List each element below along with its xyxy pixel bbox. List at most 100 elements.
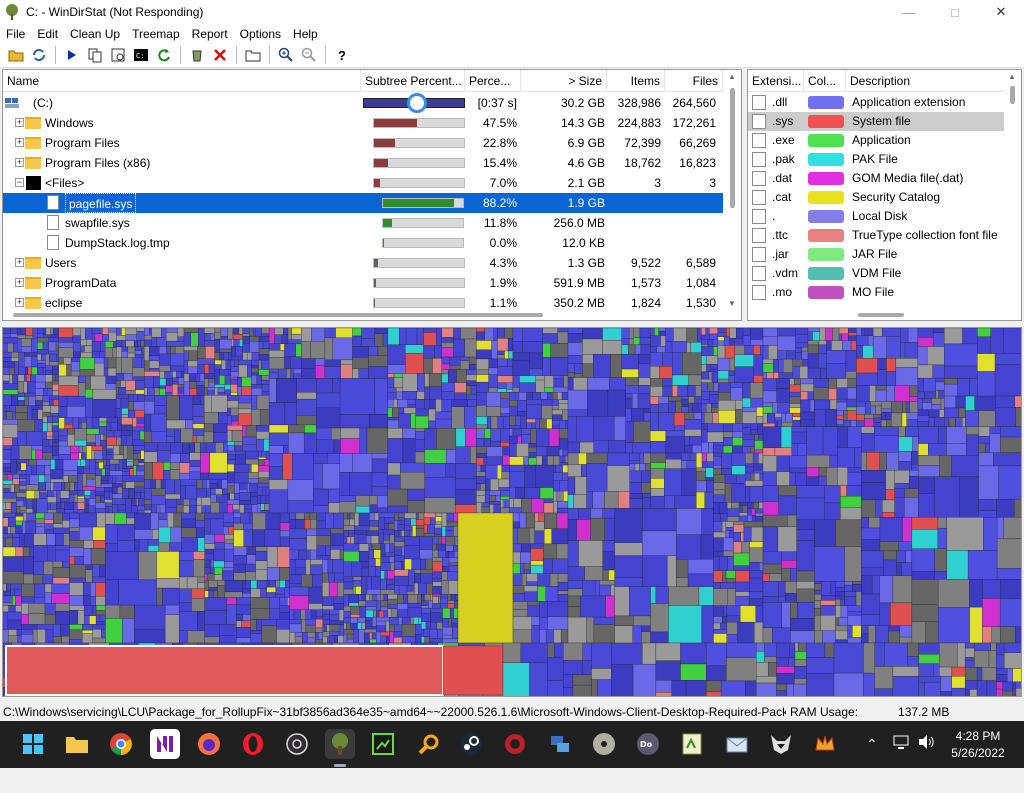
treemap-block[interactable] (497, 350, 505, 355)
treemap-block[interactable] (649, 346, 657, 353)
treemap-block[interactable] (12, 537, 20, 548)
treemap-block[interactable] (198, 328, 205, 347)
treemap-block[interactable] (559, 420, 566, 429)
treemap-block[interactable] (99, 564, 106, 578)
treemap-block[interactable] (639, 337, 651, 346)
treemap-block[interactable] (747, 508, 752, 516)
greenshot-icon[interactable] (368, 729, 398, 759)
treemap-block[interactable] (108, 331, 117, 342)
treemap-block[interactable] (1012, 668, 1022, 683)
treemap-block[interactable] (245, 458, 259, 465)
treemap-block[interactable] (48, 439, 53, 447)
treemap-block[interactable] (430, 607, 443, 614)
treemap-block[interactable] (665, 341, 673, 353)
treemap-block[interactable] (44, 512, 54, 520)
treemap-block[interactable] (233, 555, 248, 565)
treemap-block[interactable] (147, 539, 159, 546)
treemap-block[interactable] (710, 369, 719, 372)
treemap-block[interactable] (421, 621, 427, 630)
treemap-block[interactable] (521, 573, 527, 586)
treemap-block[interactable] (250, 619, 257, 631)
menu-treemap[interactable]: Treemap (126, 27, 186, 41)
treemap-block[interactable] (977, 336, 991, 354)
treemap-block[interactable] (72, 342, 81, 353)
treemap-block[interactable] (287, 479, 314, 501)
treemap-block[interactable] (486, 392, 501, 407)
treemap-block[interactable] (117, 486, 123, 494)
treemap-block[interactable] (330, 533, 344, 546)
treemap-block[interactable] (681, 404, 689, 407)
treemap-block[interactable] (105, 524, 118, 544)
treemap-block[interactable] (655, 692, 672, 697)
treemap-block[interactable] (3, 583, 7, 592)
treemap-block[interactable] (45, 381, 53, 389)
treemap-block[interactable] (208, 590, 214, 598)
treemap-block[interactable] (50, 469, 64, 480)
treemap-block[interactable] (629, 493, 644, 499)
treemap-block[interactable] (917, 409, 930, 416)
treemap-block[interactable] (917, 415, 930, 422)
treemap-block[interactable] (3, 361, 15, 368)
treemap-block[interactable] (250, 608, 270, 620)
treemap-block[interactable] (537, 573, 551, 587)
treemap-block[interactable] (638, 353, 651, 364)
treemap-block[interactable] (116, 340, 123, 348)
treemap-block[interactable] (497, 382, 507, 389)
treemap-block[interactable] (178, 560, 194, 578)
treemap-block[interactable] (717, 340, 725, 346)
treemap-block[interactable] (380, 594, 384, 601)
treemap-block[interactable] (709, 328, 719, 335)
treemap-block[interactable] (729, 338, 735, 346)
treemap-block[interactable] (801, 346, 809, 352)
treemap-block[interactable] (795, 352, 803, 360)
treemap-block[interactable] (423, 524, 428, 534)
treemap-block[interactable] (262, 341, 270, 349)
treemap-block[interactable] (217, 580, 226, 586)
treemap-block[interactable] (24, 533, 34, 548)
treemap-block[interactable] (415, 428, 425, 432)
treemap-block[interactable] (48, 350, 59, 355)
extension-row[interactable]: .sys System file (748, 112, 1006, 131)
treemap-block[interactable] (421, 600, 429, 606)
treemap-block[interactable] (493, 328, 498, 341)
treemap-block[interactable] (343, 629, 354, 635)
treemap-block[interactable] (448, 562, 459, 566)
game-app-icon[interactable] (500, 729, 530, 759)
treemap-block[interactable] (256, 375, 263, 385)
treemap-block[interactable] (108, 506, 113, 514)
treemap-block[interactable] (158, 526, 171, 544)
treemap-block[interactable] (840, 605, 849, 618)
treemap-block[interactable] (578, 508, 591, 520)
treemap-block[interactable] (16, 470, 27, 475)
treemap-block[interactable] (429, 399, 436, 410)
treemap-block[interactable] (165, 479, 175, 495)
treemap-block[interactable] (122, 468, 130, 472)
treemap-block[interactable] (432, 536, 439, 545)
treemap-block[interactable] (268, 489, 289, 514)
treemap-block[interactable] (85, 564, 93, 570)
treemap-block[interactable] (996, 654, 1005, 669)
treemap-block[interactable] (249, 336, 260, 342)
treemap-block[interactable] (509, 456, 524, 466)
treemap-block[interactable] (15, 516, 24, 522)
treemap-block[interactable] (397, 520, 405, 525)
treemap-block[interactable] (424, 386, 430, 400)
treemap-block[interactable] (629, 460, 640, 465)
treemap-block[interactable] (52, 390, 59, 396)
treemap-block[interactable] (69, 595, 84, 606)
treemap-block[interactable] (361, 328, 376, 339)
treemap-block[interactable] (172, 384, 179, 396)
treemap-block[interactable] (256, 425, 270, 432)
treemap-block[interactable] (822, 630, 836, 644)
treemap-block[interactable] (263, 459, 270, 466)
treemap-block[interactable] (151, 495, 166, 505)
treemap-block[interactable] (713, 346, 719, 356)
treemap-block[interactable] (414, 569, 421, 574)
treemap-block[interactable] (408, 569, 415, 586)
treemap-block[interactable] (848, 328, 857, 333)
treemap-block[interactable] (210, 518, 224, 535)
treemap-block[interactable] (389, 631, 395, 644)
treemap-block[interactable] (134, 539, 140, 552)
treemap-block[interactable] (602, 508, 615, 519)
treemap-block[interactable] (128, 488, 135, 499)
